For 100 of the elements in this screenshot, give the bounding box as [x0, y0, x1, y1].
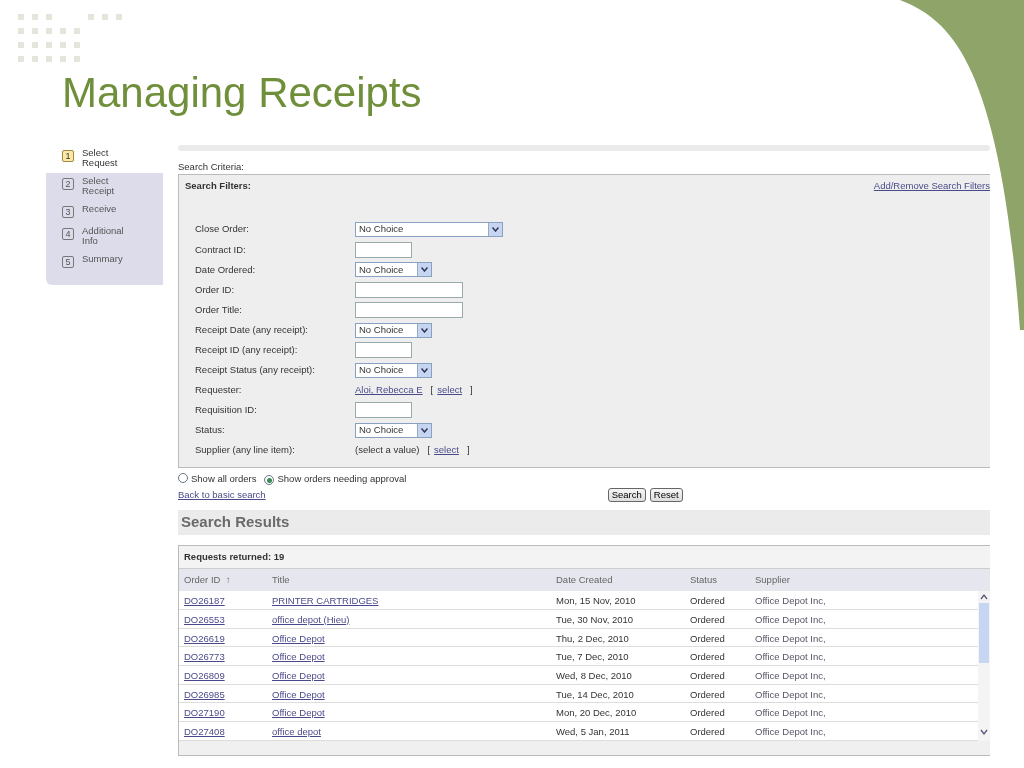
- bracket-text: [: [427, 443, 431, 458]
- action-button[interactable]: Reset: [649, 488, 683, 502]
- step-tab[interactable]: 3 Receive: [46, 200, 163, 223]
- order-id-link[interactable]: DO26809: [184, 669, 225, 681]
- table-cell: Wed, 8 Dec, 2010: [556, 669, 632, 681]
- chevron-down-icon: [421, 267, 428, 273]
- table-cell: Office Depot Inc,: [755, 669, 826, 681]
- column-header[interactable]: Supplier: [750, 568, 978, 592]
- table-cell: Ordered: [690, 613, 725, 625]
- table-cell: Tue, 30 Nov, 2010: [556, 613, 634, 625]
- section-label: Search Criteria:: [178, 160, 245, 174]
- dropdown[interactable]: No Choice: [355, 322, 432, 338]
- table-cell: Mon, 20 Dec, 2010: [556, 707, 637, 719]
- field-label: Order Title:: [194, 302, 243, 317]
- results-count: Requests returned: 19: [179, 545, 990, 569]
- order-id-link[interactable]: DO26773: [184, 651, 225, 663]
- step-tab[interactable]: 2 Select Receipt: [46, 172, 163, 201]
- column-header[interactable]: Date Created: [551, 568, 685, 592]
- title-link[interactable]: Office Depot: [272, 651, 325, 663]
- field-label: Receipt ID (any receipt):: [194, 343, 299, 357]
- radio-button[interactable]: [178, 472, 188, 483]
- step-tab[interactable]: 5 Summary: [46, 250, 163, 273]
- slide-title: Managing Receipts: [62, 70, 422, 117]
- bracket-text: ]: [470, 383, 473, 398]
- back-link[interactable]: Back to basic search: [178, 487, 266, 503]
- radio-button[interactable]: [264, 475, 275, 486]
- table-cell: Office Depot Inc,: [755, 595, 826, 607]
- table-cell: Ordered: [690, 688, 725, 700]
- step-tab[interactable]: 1 Select Request: [46, 145, 163, 173]
- column-header[interactable]: Title: [267, 568, 551, 592]
- table-cell: Office Depot Inc,: [755, 688, 826, 700]
- table-cell: Office Depot Inc,: [755, 707, 826, 719]
- order-id-link[interactable]: DO27190: [184, 707, 225, 719]
- field-label: Supplier (any line item):: [194, 443, 296, 458]
- select-link[interactable]: select: [434, 443, 459, 458]
- table-cell: Tue, 7 Dec, 2010: [556, 651, 629, 663]
- table-cell: Office Depot Inc,: [755, 725, 826, 737]
- title-link[interactable]: Office Depot: [272, 688, 325, 700]
- field-label: Close Order:: [194, 222, 250, 237]
- add-remove-filters-link[interactable]: Add/Remove Search Filters: [873, 179, 990, 194]
- action-button[interactable]: Search: [607, 488, 646, 502]
- title-link[interactable]: Office Depot: [272, 707, 325, 719]
- title-link[interactable]: office depot (Hieu): [272, 613, 350, 625]
- scrollbar[interactable]: [978, 591, 990, 741]
- table-cell: Ordered: [690, 595, 725, 607]
- table-cell: Ordered: [690, 669, 725, 681]
- chevron-down-icon: [421, 367, 428, 373]
- table-cell: Office Depot Inc,: [755, 651, 826, 663]
- input-field[interactable]: [355, 241, 412, 258]
- radio-option[interactable]: Show orders needing approval: [264, 471, 407, 486]
- table-cell: Ordered: [690, 725, 725, 737]
- field-label: Requester:: [194, 383, 243, 398]
- table-cell: Wed, 5 Jan, 2011: [556, 725, 630, 737]
- empty-value-text: (select a value): [355, 443, 420, 458]
- field-label: Date Ordered:: [194, 262, 257, 277]
- dropdown[interactable]: No Choice: [355, 222, 503, 238]
- table-cell: Ordered: [690, 651, 725, 663]
- dropdown[interactable]: No Choice: [355, 262, 432, 278]
- order-id-link[interactable]: DO26985: [184, 688, 225, 700]
- order-id-link[interactable]: DO26187: [184, 595, 225, 607]
- radio-option[interactable]: Show all orders: [178, 471, 257, 486]
- chevron-down-icon: [492, 227, 499, 233]
- order-id-link[interactable]: DO27408: [184, 725, 225, 737]
- requester-link[interactable]: Aloi, Rebecca E: [355, 383, 423, 398]
- title-link[interactable]: office depot: [272, 725, 321, 737]
- field-label: Order ID:: [194, 282, 236, 297]
- table-cell: Thu, 2 Dec, 2010: [556, 632, 629, 644]
- order-id-link[interactable]: DO26619: [184, 632, 225, 644]
- table-cell: Tue, 14 Dec, 2010: [556, 688, 634, 700]
- title-link[interactable]: Office Depot: [272, 669, 325, 681]
- chevron-down-icon: [421, 428, 428, 433]
- input-field[interactable]: [355, 301, 463, 318]
- field-label: Contract ID:: [194, 242, 247, 257]
- column-header[interactable]: Status: [685, 568, 750, 592]
- bracket-text: ]: [466, 443, 470, 458]
- table-cell: Office Depot Inc,: [755, 632, 826, 644]
- table-cell: Ordered: [690, 632, 725, 644]
- table-cell: Mon, 15 Nov, 2010: [556, 595, 636, 607]
- field-label: Status:: [194, 423, 226, 438]
- field-label: Receipt Date (any receipt):: [194, 322, 309, 337]
- title-link[interactable]: Office Depot: [272, 632, 325, 644]
- title-link[interactable]: PRINTER CARTRIDGES: [272, 595, 379, 607]
- table-cell: Ordered: [690, 707, 725, 719]
- bracket-text: [: [430, 383, 434, 398]
- field-label: Requisition ID:: [194, 403, 258, 418]
- results-heading: Search Results: [178, 510, 990, 535]
- table-cell: Office Depot Inc,: [755, 613, 826, 625]
- panel-heading: Search Filters:: [185, 179, 251, 194]
- column-header[interactable]: Order ID ↑: [179, 568, 267, 592]
- chevron-down-icon: [421, 327, 428, 333]
- dropdown[interactable]: No Choice: [355, 423, 432, 438]
- input-field[interactable]: [355, 342, 412, 359]
- order-id-link[interactable]: DO26553: [184, 613, 225, 625]
- dropdown[interactable]: No Choice: [355, 362, 432, 378]
- input-field[interactable]: [355, 281, 463, 298]
- select-link[interactable]: select: [437, 383, 463, 398]
- header-filler: [978, 568, 990, 592]
- input-field[interactable]: [355, 402, 412, 419]
- field-label: Receipt Status (any receipt):: [194, 363, 316, 378]
- step-tab[interactable]: 4 Additional Info: [46, 222, 163, 251]
